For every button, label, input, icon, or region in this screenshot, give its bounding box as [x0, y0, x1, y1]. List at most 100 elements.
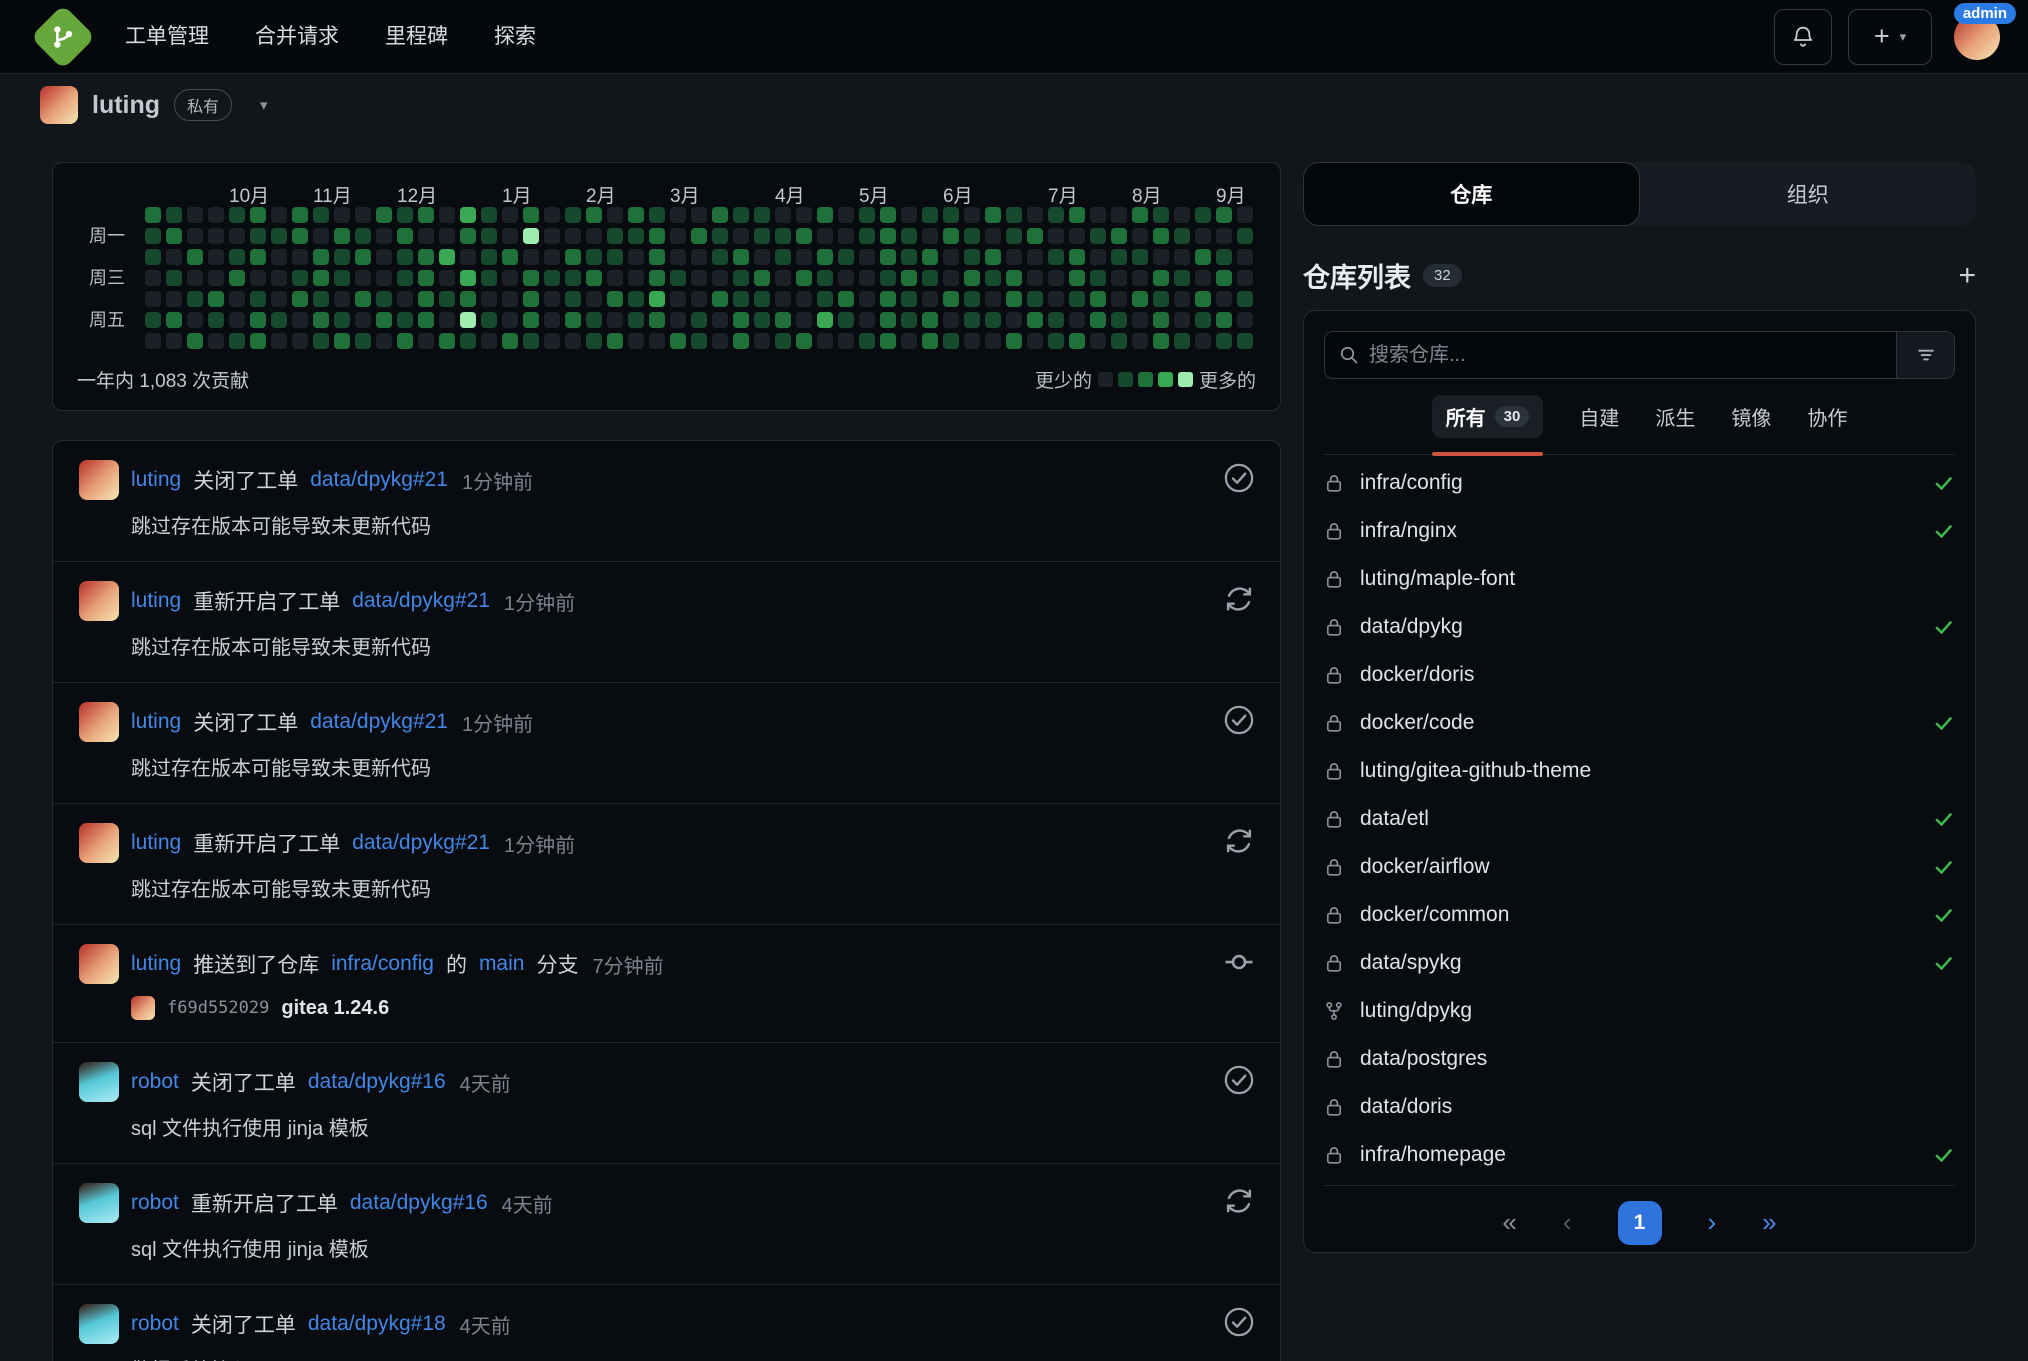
heatmap-cell [859, 270, 875, 286]
heatmap-month-label: 5月 [859, 181, 889, 208]
nav-item-2[interactable]: 里程碑 [362, 0, 471, 74]
repo-row[interactable]: docker/common [1324, 891, 1955, 939]
heatmap-cell [439, 249, 455, 265]
repo-filter-0[interactable]: 所有30 [1432, 395, 1544, 438]
heatmap-cell [187, 270, 203, 286]
repo-name: data/postgres [1360, 1047, 1487, 1071]
reopen-icon [1224, 584, 1254, 614]
nav-item-0[interactable]: 工单管理 [102, 0, 232, 74]
repo-filter-4[interactable]: 协作 [1807, 395, 1847, 438]
repo-row[interactable]: data/spykg [1324, 939, 1955, 987]
heatmap-cell [397, 249, 413, 265]
feed-repo-link[interactable]: data/dpykg#21 [310, 710, 448, 734]
repo-row[interactable]: infra/config [1324, 459, 1955, 507]
notifications-button[interactable] [1774, 9, 1832, 65]
feed-user-link[interactable]: robot [131, 1191, 179, 1215]
pagination-next[interactable]: › [1708, 1207, 1717, 1238]
heatmap-cell [943, 228, 959, 244]
heatmap-cell [376, 228, 392, 244]
pagination-last[interactable]: » [1762, 1207, 1776, 1238]
heatmap-cell [313, 270, 329, 286]
heatmap-cell [229, 228, 245, 244]
create-new-button[interactable]: + ▾ [1848, 9, 1932, 65]
repo-row[interactable]: data/postgres [1324, 1035, 1955, 1083]
heatmap-cell [1048, 207, 1064, 223]
feed-user-link[interactable]: luting [131, 952, 181, 976]
avatar[interactable] [79, 944, 119, 984]
heatmap-cell [1069, 249, 1085, 265]
heatmap-cell [628, 312, 644, 328]
heatmap-cell [733, 249, 749, 265]
feed-user-link[interactable]: robot [131, 1070, 179, 1094]
repo-name: luting/dpykg [1360, 999, 1472, 1023]
lock-icon [1324, 569, 1344, 589]
feed-repo-link[interactable]: data/dpykg#21 [352, 589, 490, 613]
avatar[interactable] [79, 1183, 119, 1223]
avatar[interactable] [79, 1062, 119, 1102]
repo-filter-button[interactable] [1896, 332, 1954, 378]
feed-user-link[interactable]: luting [131, 831, 181, 855]
repo-row[interactable]: data/dpykg [1324, 603, 1955, 651]
repo-row[interactable]: luting/maple-font [1324, 555, 1955, 603]
feed-user-link[interactable]: luting [131, 468, 181, 492]
commit-sha-link[interactable]: f69d552029 [167, 998, 269, 1018]
heatmap-cell [376, 249, 392, 265]
feed-repo-link[interactable]: infra/config [331, 952, 434, 976]
avatar[interactable] [79, 581, 119, 621]
feed-repo-link[interactable]: data/dpykg#21 [310, 468, 448, 492]
feed-branch-link[interactable]: main [479, 952, 525, 976]
avatar[interactable] [79, 702, 119, 742]
repo-row[interactable]: data/etl [1324, 795, 1955, 843]
avatar[interactable] [79, 1304, 119, 1344]
heatmap-grid[interactable]: 10月11月12月1月2月3月4月5月6月7月8月9月周一周三周五 [77, 181, 1256, 354]
repo-row[interactable]: luting/dpykg [1324, 987, 1955, 1035]
feed-user-link[interactable]: luting [131, 589, 181, 613]
repo-filter-3[interactable]: 镜像 [1731, 395, 1771, 438]
heatmap-cell [1006, 333, 1022, 349]
repo-row[interactable]: data/doris [1324, 1083, 1955, 1131]
user-menu[interactable]: admin [1954, 14, 2000, 60]
tab-organizations[interactable]: 组织 [1640, 162, 1977, 226]
heatmap-cell [775, 291, 791, 307]
heatmap-cell [1153, 270, 1169, 286]
heatmap-cell [964, 249, 980, 265]
repo-row[interactable]: docker/doris [1324, 651, 1955, 699]
feed-repo-link[interactable]: data/dpykg#16 [308, 1070, 446, 1094]
repo-row[interactable]: infra/homepage [1324, 1131, 1955, 1179]
heatmap-cell [607, 207, 623, 223]
bell-icon [1791, 25, 1815, 49]
add-repo-button[interactable]: + [1958, 261, 1976, 291]
heatmap-cell [376, 270, 392, 286]
feed-user-link[interactable]: robot [131, 1312, 179, 1336]
repo-row[interactable]: luting/gitea-github-theme [1324, 747, 1955, 795]
heatmap-cell [775, 270, 791, 286]
gitea-logo[interactable] [30, 4, 95, 69]
tab-repositories[interactable]: 仓库 [1303, 162, 1640, 226]
pagination-prev[interactable]: ‹ [1563, 1207, 1572, 1238]
avatar[interactable] [79, 460, 119, 500]
heatmap-cell [1111, 333, 1127, 349]
pagination-current-page[interactable]: 1 [1618, 1201, 1662, 1245]
heatmap-cell [145, 249, 161, 265]
feed-user-link[interactable]: luting [131, 710, 181, 734]
heatmap-cell [1153, 249, 1169, 265]
nav-item-1[interactable]: 合并请求 [232, 0, 362, 74]
feed-repo-link[interactable]: data/dpykg#16 [350, 1191, 488, 1215]
check-icon [1933, 712, 1955, 734]
repo-search-input[interactable] [1369, 344, 1896, 367]
heatmap-cell [1027, 333, 1043, 349]
profile-avatar[interactable] [40, 86, 78, 124]
chevron-down-icon[interactable]: ▾ [260, 96, 268, 114]
nav-item-3[interactable]: 探索 [471, 0, 559, 74]
feed-repo-link[interactable]: data/dpykg#21 [352, 831, 490, 855]
repo-filter-2[interactable]: 派生 [1655, 395, 1695, 438]
repo-filter-1[interactable]: 自建 [1579, 395, 1619, 438]
pagination-first[interactable]: « [1502, 1207, 1516, 1238]
heatmap-cell [1048, 228, 1064, 244]
avatar[interactable] [79, 823, 119, 863]
heatmap-cell [964, 228, 980, 244]
feed-repo-link[interactable]: data/dpykg#18 [308, 1312, 446, 1336]
repo-row[interactable]: docker/code [1324, 699, 1955, 747]
repo-row[interactable]: docker/airflow [1324, 843, 1955, 891]
repo-row[interactable]: infra/nginx [1324, 507, 1955, 555]
